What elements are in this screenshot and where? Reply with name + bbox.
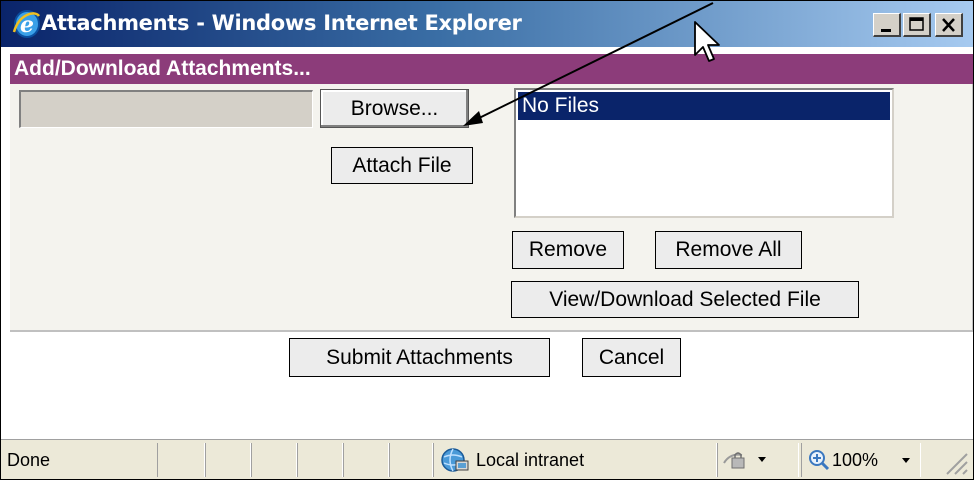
minimize-icon xyxy=(881,29,891,32)
dialog-header: Add/Download Attachments... xyxy=(10,54,973,84)
chevron-down-icon xyxy=(902,458,910,463)
zoom-level: 100% xyxy=(832,450,879,470)
submit-attachments-button[interactable]: Submit Attachments xyxy=(289,338,550,377)
status-bar: Done Local intranet 100% xyxy=(1,439,973,479)
status-text: Done xyxy=(7,450,51,470)
maximize-button[interactable] xyxy=(903,13,931,37)
status-pane xyxy=(297,443,343,477)
ie-window: e Attachments - Windows Internet Explore… xyxy=(0,0,974,480)
security-zone-pane[interactable]: Local intranet xyxy=(433,443,717,477)
status-pane xyxy=(343,443,389,477)
minimize-button[interactable] xyxy=(873,13,901,37)
local-intranet-icon xyxy=(441,448,469,472)
window-title: Attachments - Windows Internet Explorer xyxy=(41,11,522,35)
maximize-icon xyxy=(909,17,924,31)
browse-button[interactable]: Browse... xyxy=(320,89,469,128)
divider xyxy=(10,330,973,332)
close-icon xyxy=(942,18,955,32)
remove-button[interactable]: Remove xyxy=(512,231,624,269)
remove-all-button[interactable]: Remove All xyxy=(655,231,802,269)
close-button[interactable] xyxy=(935,13,963,37)
zoom-pane[interactable]: 100% xyxy=(801,443,921,477)
resize-grip-icon[interactable] xyxy=(941,450,969,476)
internet-explorer-icon: e xyxy=(12,10,41,38)
protected-mode-icon xyxy=(723,452,766,469)
status-pane xyxy=(389,443,433,477)
protected-mode-pane[interactable] xyxy=(717,443,799,477)
file-path-input[interactable] xyxy=(19,90,313,128)
attached-files-list[interactable]: No Files xyxy=(514,88,894,218)
zoom-icon xyxy=(809,450,830,471)
status-pane xyxy=(205,443,251,477)
status-pane xyxy=(251,443,297,477)
title-bar[interactable]: e Attachments - Windows Internet Explore… xyxy=(1,1,973,47)
status-pane xyxy=(157,443,205,477)
view-download-button[interactable]: View/Download Selected File xyxy=(511,281,859,318)
security-zone-label: Local intranet xyxy=(476,450,585,470)
attach-file-button[interactable]: Attach File xyxy=(331,147,473,184)
cancel-button[interactable]: Cancel xyxy=(582,338,681,377)
list-item[interactable]: No Files xyxy=(518,92,890,120)
